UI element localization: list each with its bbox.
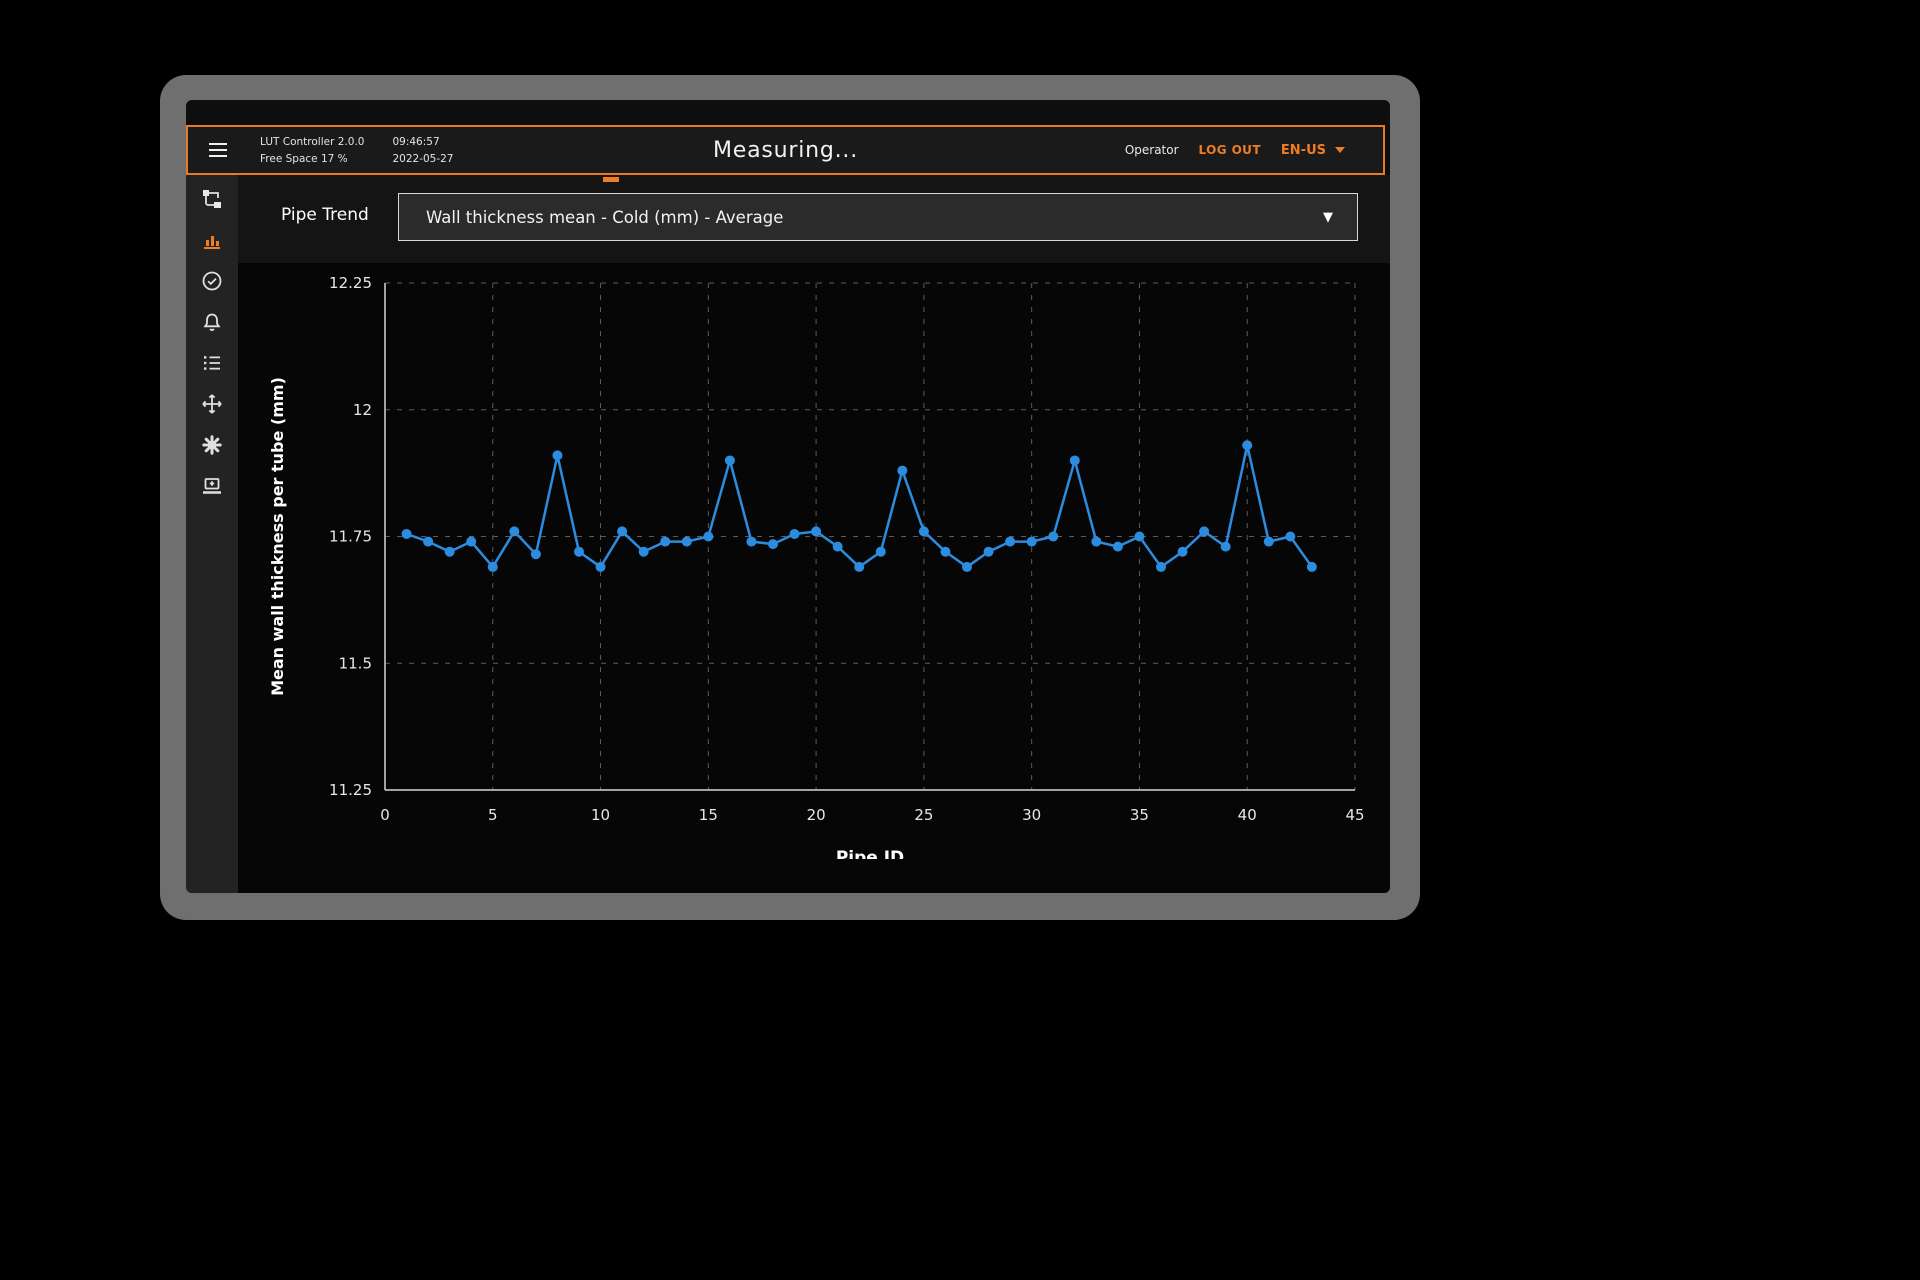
sidebar-item-trend[interactable] [186, 219, 238, 260]
svg-text:35: 35 [1130, 806, 1149, 824]
sidebar [186, 175, 238, 893]
svg-text:Mean wall thickness per tube (: Mean wall thickness per tube (mm) [268, 377, 287, 696]
svg-text:20: 20 [807, 806, 826, 824]
svg-text:11.25: 11.25 [329, 781, 372, 799]
indicator-mark [603, 177, 619, 182]
hamburger-icon [208, 142, 228, 158]
metric-dropdown-value: Wall thickness mean - Cold (mm) - Averag… [426, 208, 783, 227]
desktop-background: LUT Controller 2.0.0 Free Space 17 % 09:… [0, 0, 1920, 1280]
language-selector[interactable]: EN-US [1281, 143, 1345, 158]
svg-text:25: 25 [914, 806, 933, 824]
svg-text:15: 15 [699, 806, 718, 824]
clock-date: 2022-05-27 [392, 153, 453, 165]
sidebar-item-move[interactable] [186, 383, 238, 424]
trend-chart: 0 5 10 15 20 25 30 35 40 45 11.25 11.5 11.75 12 12.25 M… [238, 263, 1390, 859]
gear-icon [200, 433, 224, 457]
bell-icon [200, 310, 224, 334]
sidebar-item-settings[interactable] [186, 424, 238, 465]
check-circle-icon [200, 269, 224, 293]
pipe-trend-label: Pipe Trend [281, 205, 369, 225]
sidebar-item-alarms[interactable] [186, 301, 238, 342]
system-info: LUT Controller 2.0.0 Free Space 17 % 09:… [260, 136, 454, 165]
app-window: LUT Controller 2.0.0 Free Space 17 % 09:… [186, 100, 1390, 893]
sidebar-item-log[interactable] [186, 342, 238, 383]
menu-button[interactable] [204, 138, 232, 162]
header-bar: LUT Controller 2.0.0 Free Space 17 % 09:… [186, 125, 1385, 175]
sidebar-item-checks[interactable] [186, 260, 238, 301]
clock-time: 09:46:57 [392, 136, 453, 148]
metric-dropdown[interactable]: Wall thickness mean - Cold (mm) - Averag… [398, 193, 1358, 241]
sidebar-item-device[interactable] [186, 465, 238, 506]
main-content: Pipe Trend Wall thickness mean - Cold (m… [238, 175, 1390, 893]
move-icon [200, 392, 224, 416]
svg-text:40: 40 [1238, 806, 1257, 824]
pipe-network-icon [200, 187, 224, 211]
app-version-label: LUT Controller 2.0.0 [260, 136, 364, 148]
svg-text:11.5: 11.5 [339, 654, 372, 672]
chevron-down-icon: ▼ [1323, 210, 1333, 225]
bar-chart-icon [200, 228, 224, 252]
svg-text:0: 0 [380, 806, 390, 824]
svg-text:5: 5 [488, 806, 498, 824]
svg-text:12.25: 12.25 [329, 274, 372, 292]
user-role-label: Operator [1125, 143, 1179, 157]
free-space-label: Free Space 17 % [260, 153, 364, 165]
svg-text:11.75: 11.75 [329, 528, 372, 546]
header-right: Operator LOG OUT EN-US [1125, 143, 1383, 158]
toolbar: Pipe Trend Wall thickness mean - Cold (m… [238, 175, 1390, 263]
language-label: EN-US [1281, 143, 1326, 158]
device-upload-icon [200, 474, 224, 498]
svg-text:10: 10 [591, 806, 610, 824]
logout-button[interactable]: LOG OUT [1199, 143, 1261, 157]
app-window-frame: LUT Controller 2.0.0 Free Space 17 % 09:… [160, 75, 1420, 920]
svg-text:Pipe ID: Pipe ID [836, 848, 904, 859]
chevron-down-icon [1335, 147, 1345, 153]
sidebar-item-pipes[interactable] [186, 178, 238, 219]
list-icon [200, 351, 224, 375]
svg-text:12: 12 [353, 401, 372, 419]
svg-text:45: 45 [1345, 806, 1364, 824]
svg-text:30: 30 [1022, 806, 1041, 824]
